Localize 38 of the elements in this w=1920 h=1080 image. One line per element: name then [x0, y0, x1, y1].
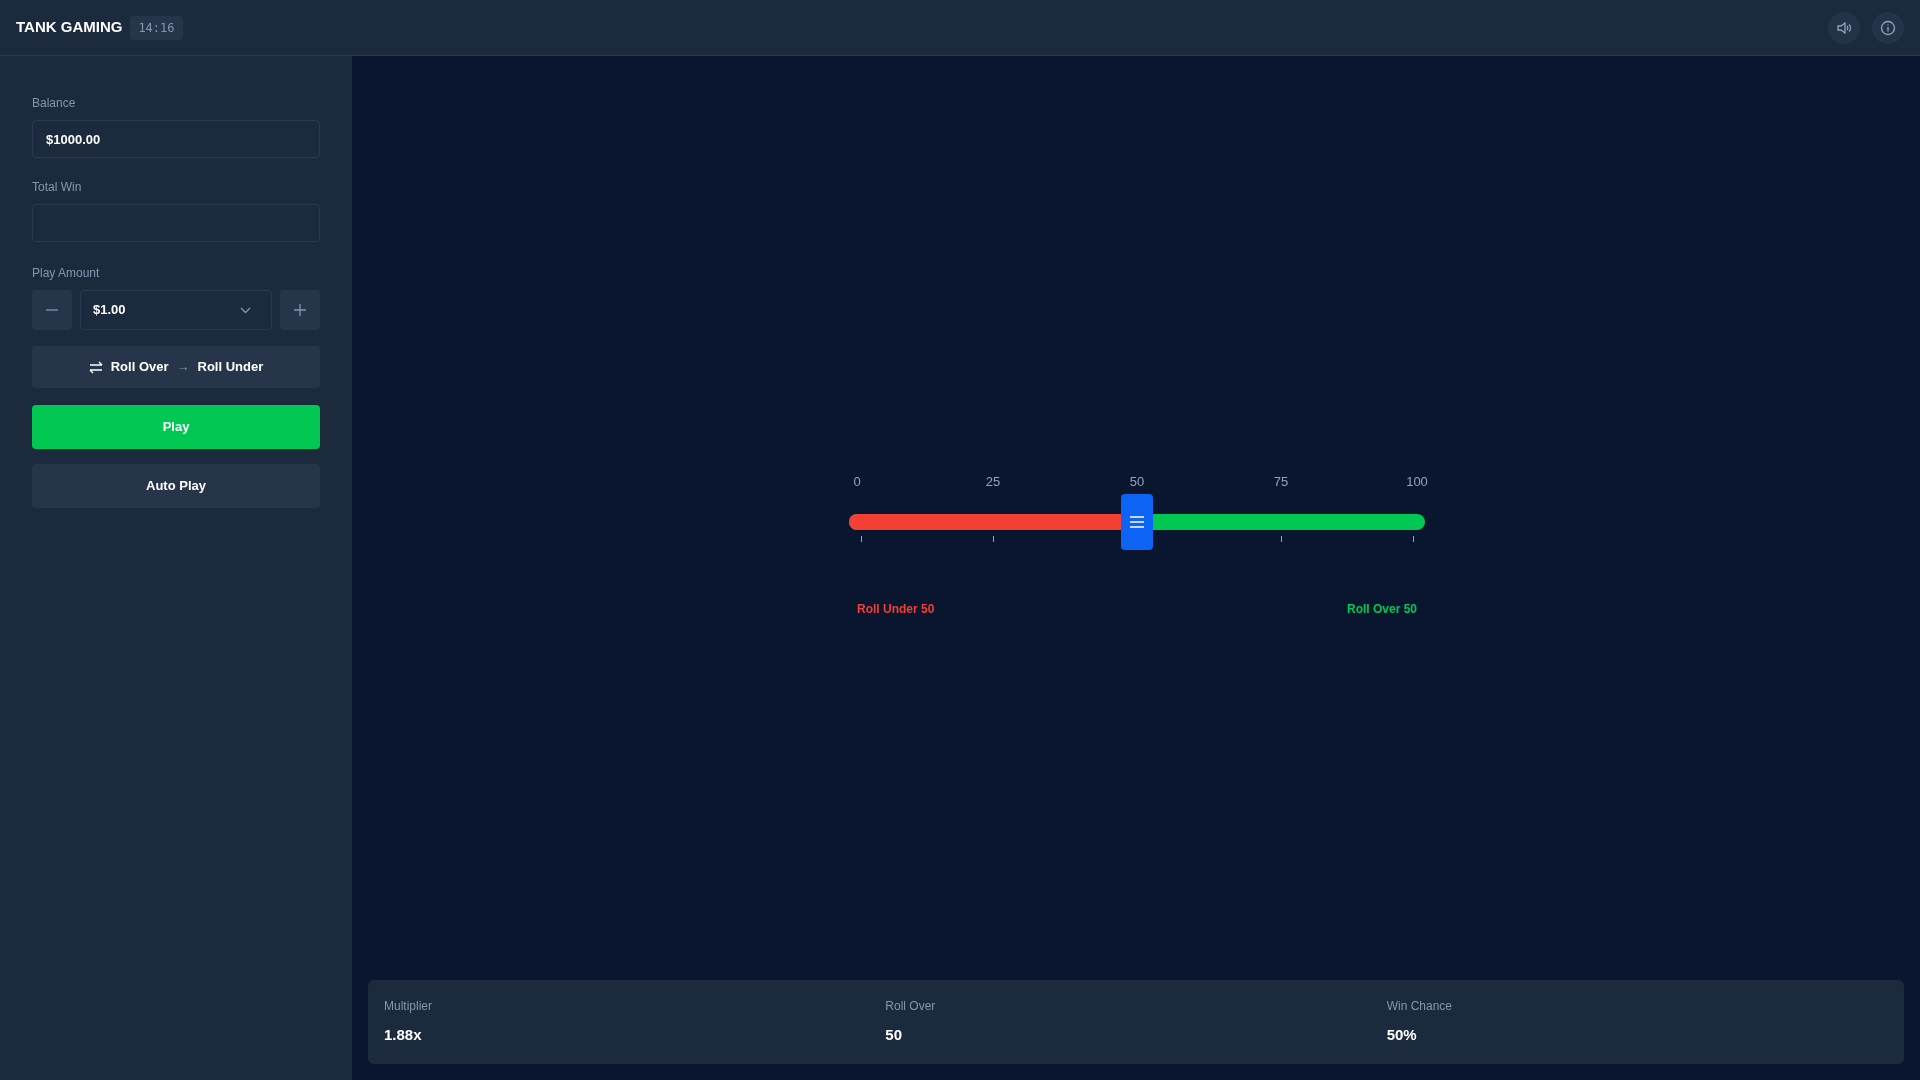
sound-button[interactable]: [1828, 11, 1860, 44]
stat-label: Roll Over: [885, 998, 937, 1016]
scale-label: 50: [1129, 473, 1145, 491]
field-label: Total Win: [32, 179, 83, 196]
stat-label: Win Chance: [1386, 998, 1454, 1016]
minus-icon: [46, 309, 58, 311]
slider-handle[interactable]: [1121, 494, 1153, 550]
roll-under-label: Roll Under 50: [857, 601, 935, 618]
field-label: Play Amount: [32, 265, 101, 282]
tick-mark: [1413, 536, 1414, 542]
swap-icon: [88, 360, 103, 374]
field-label: Balance: [32, 95, 77, 112]
stat-value: 50: [885, 1025, 903, 1046]
stat-label: Multiplier: [384, 998, 433, 1016]
clock-badge: 14:16: [130, 15, 183, 40]
info-icon: [1880, 19, 1896, 36]
slider-track[interactable]: [849, 494, 1425, 550]
stat-value: 1.88x: [384, 1025, 423, 1046]
tick-mark: [861, 536, 862, 542]
scale-label: 25: [985, 473, 1001, 491]
tick-mark: [993, 536, 994, 542]
mode-toggle-button[interactable]: Roll Over → Roll Under: [32, 346, 320, 388]
scale-label: 75: [1273, 473, 1289, 491]
scale-label: 0: [853, 473, 861, 491]
speaker-icon: [1836, 19, 1852, 36]
info-button[interactable]: [1872, 11, 1904, 44]
grip-icon: [1130, 516, 1144, 528]
stat-value: 50%: [1386, 1025, 1418, 1046]
plus-icon: [294, 304, 306, 316]
app-title: TANK GAMING: [16, 17, 123, 38]
chevron-down-icon: [240, 306, 251, 314]
increase-button[interactable]: [280, 290, 320, 330]
auto-play-button[interactable]: Auto Play: [32, 464, 320, 508]
scale-label: 100: [1406, 473, 1428, 491]
roll-over-label: Roll Over 50: [1346, 601, 1417, 618]
balance-field[interactable]: $1000.00: [32, 120, 320, 158]
tick-mark: [1281, 536, 1282, 542]
amount-dropdown[interactable]: $1.00: [80, 290, 272, 330]
